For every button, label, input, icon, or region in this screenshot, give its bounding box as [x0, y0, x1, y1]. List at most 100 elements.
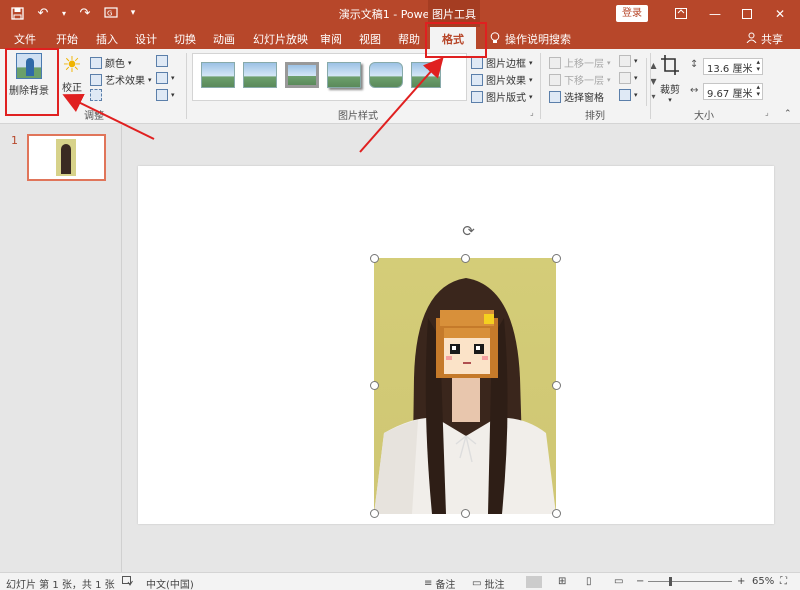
style-thumbnail[interactable]: [201, 62, 235, 88]
zoom-slider-thumb[interactable]: [669, 577, 672, 586]
rotate-handle-icon[interactable]: ⟳: [460, 223, 477, 240]
slide-thumbnail[interactable]: [27, 134, 106, 181]
slide-canvas[interactable]: ⟳: [138, 166, 774, 524]
resize-handle[interactable]: [461, 254, 470, 263]
resize-handle[interactable]: [370, 254, 379, 263]
undo-dropdown-icon[interactable]: ▾: [60, 4, 68, 22]
bring-forward-icon: [549, 56, 561, 69]
resize-handle[interactable]: [461, 509, 470, 518]
login-button[interactable]: 登录: [616, 5, 648, 22]
chevron-down-icon: ▾: [607, 58, 611, 67]
resize-handle[interactable]: [552, 254, 561, 263]
language-status[interactable]: 中文(中国): [146, 576, 194, 590]
bring-forward-button[interactable]: 上移一层 ▾: [549, 55, 611, 70]
spinner-icon[interactable]: ▴ ▾: [756, 59, 760, 73]
style-thumbnail[interactable]: [243, 62, 277, 88]
slide-editing-area[interactable]: ⟳: [123, 125, 800, 572]
selection-pane-button[interactable]: 选择窗格: [549, 89, 604, 104]
tab-animations[interactable]: 动画: [213, 31, 235, 47]
svg-text:G: G: [107, 10, 112, 18]
collapse-ribbon-icon[interactable]: ⌃: [784, 109, 792, 119]
save-icon[interactable]: [8, 4, 26, 22]
compress-pictures-button[interactable]: [156, 55, 168, 67]
close-icon[interactable]: ✕: [763, 0, 797, 27]
ribbon-tab-bar: 文件 开始 插入 设计 切换 动画 幻灯片放映 审阅 视图 帮助 格式 操作说明…: [0, 27, 800, 49]
tab-home[interactable]: 开始: [56, 31, 78, 47]
tab-file[interactable]: 文件: [14, 31, 36, 47]
tab-transitions[interactable]: 切换: [174, 31, 196, 47]
tab-insert[interactable]: 插入: [96, 31, 118, 47]
crop-button[interactable]: 裁剪 ▾: [656, 53, 684, 104]
height-input[interactable]: 13.6 厘米 ▴ ▾: [703, 58, 763, 75]
dialog-launcher-icon[interactable]: ⌟: [765, 108, 769, 117]
style-thumbnail[interactable]: [285, 62, 319, 88]
resize-handle[interactable]: [370, 509, 379, 518]
width-input[interactable]: 9.67 厘米 ▴ ▾: [703, 83, 763, 100]
picture-styles-gallery[interactable]: ▲ ▼ ▾: [192, 53, 657, 106]
align-button[interactable]: ▾: [619, 55, 638, 67]
start-from-beginning-icon[interactable]: G: [102, 4, 120, 22]
spinner-icon[interactable]: ▴ ▾: [756, 84, 760, 98]
change-picture-button[interactable]: ▾: [156, 72, 175, 84]
undo-icon[interactable]: ↶: [34, 4, 52, 22]
chevron-down-icon: ▾: [70, 94, 74, 102]
artistic-effects-button[interactable]: 艺术效果 ▾: [90, 72, 152, 87]
tab-review[interactable]: 审阅: [320, 31, 342, 47]
send-backward-button[interactable]: 下移一层 ▾: [549, 72, 611, 87]
zoom-in-icon[interactable]: +: [737, 576, 745, 587]
artistic-effects-label: 艺术效果: [105, 76, 145, 87]
zoom-level[interactable]: 65%: [752, 576, 774, 587]
portrait-image: [374, 258, 556, 514]
minimize-icon[interactable]: —: [698, 0, 732, 27]
picture-effects-button[interactable]: 图片效果 ▾: [471, 72, 533, 87]
group-objects-button[interactable]: ▾: [619, 72, 638, 84]
picture-layout-button[interactable]: 图片版式 ▾: [471, 89, 533, 104]
slideshow-icon[interactable]: ▭: [614, 576, 623, 587]
style-thumbnail[interactable]: [327, 62, 361, 88]
tab-help[interactable]: 帮助: [398, 31, 420, 47]
reset-picture-button[interactable]: ▾: [156, 89, 175, 101]
tab-view[interactable]: 视图: [359, 31, 381, 47]
selected-picture[interactable]: [374, 258, 556, 514]
slide-sorter-icon[interactable]: ⊞: [558, 576, 566, 587]
picture-border-label: 图片边框: [486, 59, 526, 70]
fit-to-window-icon[interactable]: ⛶: [780, 576, 787, 587]
pixel-avatar: [436, 310, 498, 378]
zoom-slider[interactable]: [648, 581, 732, 582]
style-thumbnail[interactable]: [369, 62, 403, 88]
resize-handle[interactable]: [552, 381, 561, 390]
notes-button[interactable]: ≡ 备注: [424, 576, 455, 590]
tab-design[interactable]: 设计: [135, 31, 157, 47]
color-button[interactable]: 颜色 ▾: [90, 55, 132, 70]
reading-view-icon[interactable]: ▯: [586, 576, 592, 587]
share-label: 共享: [761, 33, 783, 46]
person-icon: [746, 32, 757, 46]
redo-icon[interactable]: ↷: [76, 4, 94, 22]
highlight-box-remove-background: [5, 48, 59, 116]
slide-number: 1: [11, 134, 18, 147]
dialog-launcher-icon[interactable]: ⌟: [530, 108, 534, 117]
rotate-button[interactable]: ▾: [619, 89, 638, 101]
maximize-icon[interactable]: [730, 0, 764, 27]
arrange-group-label: 排列: [585, 111, 605, 122]
tab-slideshow[interactable]: 幻灯片放映: [253, 31, 308, 47]
group-separator: [540, 53, 541, 119]
share-button[interactable]: 共享: [746, 31, 783, 47]
height-value: 13.6 厘米: [707, 64, 753, 75]
zoom-out-icon[interactable]: −: [636, 576, 644, 587]
customize-qat-icon[interactable]: ▾: [128, 4, 138, 22]
ribbon-display-options-icon[interactable]: [664, 0, 698, 27]
style-thumbnail[interactable]: [411, 62, 441, 88]
normal-view-icon[interactable]: [526, 576, 542, 588]
resize-handle[interactable]: [552, 509, 561, 518]
comments-button[interactable]: ▭ 批注: [472, 576, 504, 590]
transparency-button[interactable]: [90, 89, 102, 101]
crop-icon: [656, 53, 684, 81]
quick-access-toolbar: ↶ ▾ ↷ G ▾: [8, 4, 138, 22]
resize-handle[interactable]: [370, 381, 379, 390]
chevron-down-icon: ▾: [529, 92, 533, 101]
spell-check-icon[interactable]: [122, 576, 133, 586]
tell-me-search[interactable]: 操作说明搜索: [490, 31, 571, 47]
corrections-button[interactable]: ☀ 校正 ▾: [57, 53, 87, 102]
chevron-down-icon: ▾: [634, 57, 638, 65]
